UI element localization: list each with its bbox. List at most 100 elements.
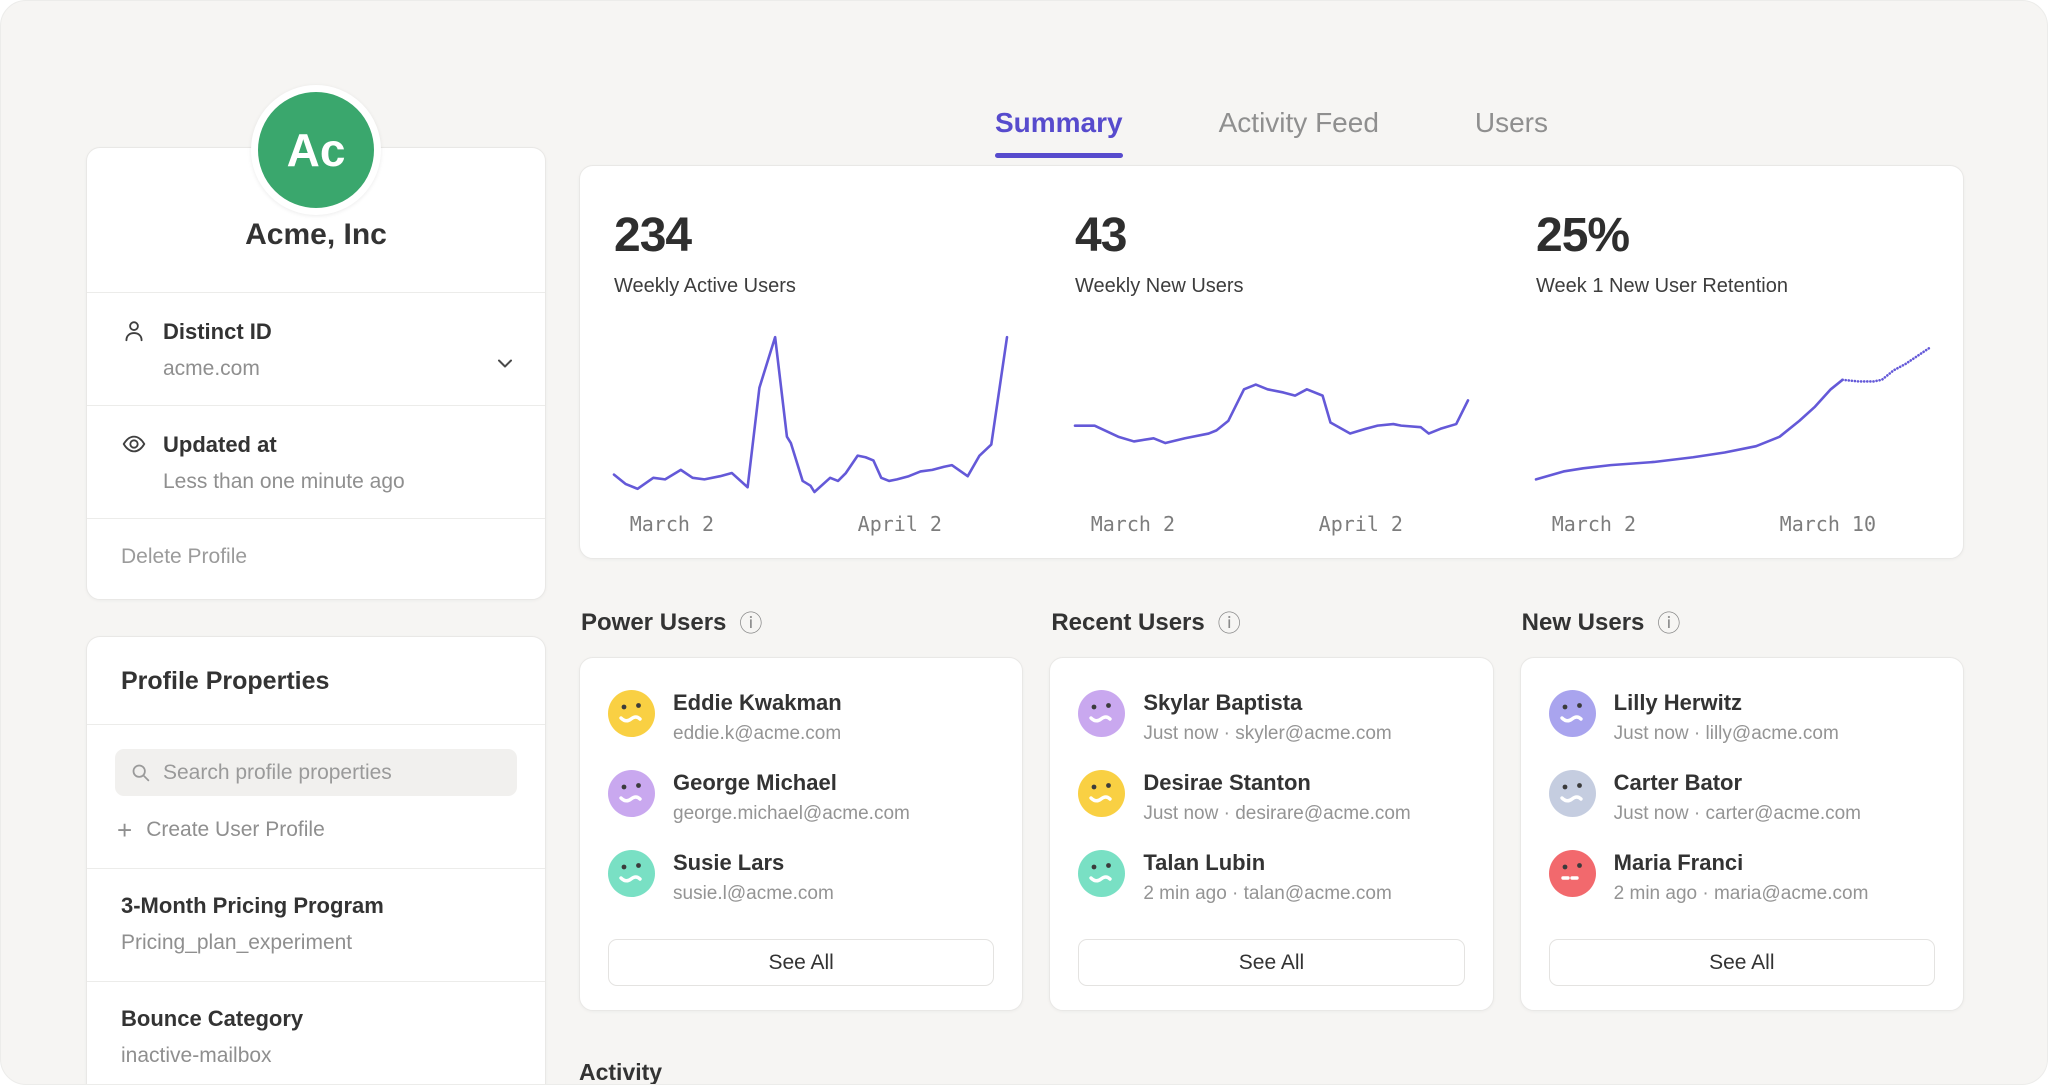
user-avatar [1549,690,1596,737]
chevron-down-icon[interactable] [493,351,517,375]
user-name: Carter Bator [1614,770,1861,796]
company-avatar: Ac [251,85,381,215]
stat-weekly-new-users: 43 Weekly New Users March 2 April 2 [1041,208,1502,538]
user-detail: eddie.k@acme.com [673,723,842,745]
user-name: Eddie Kwakman [673,690,842,716]
active-tab-underline [995,153,1123,158]
sparkline-week1-retention [1536,334,1929,492]
field-distinct-id: Distinct ID acme.com [87,293,545,405]
field-label: Updated at [163,432,405,458]
stat-weekly-active-users: 234 Weekly Active Users March 2 April 2 [580,208,1041,538]
property-value: inactive-mailbox [121,1044,511,1068]
user-detail: 2 min ago · talan@acme.com [1143,883,1391,905]
stat-value: 234 [614,208,1007,263]
new-users-card: Lilly Herwitz Just now · lilly@acme.com … [1520,657,1964,1011]
user-list-item[interactable]: George Michael george.michael@acme.com [608,770,994,825]
plus-icon: + [117,820,132,840]
create-user-profile-button[interactable]: + Create User Profile [117,818,515,842]
user-avatar [1078,850,1125,897]
user-name: George Michael [673,770,910,796]
user-list-item[interactable]: Desirae Stanton Just now · desirare@acme… [1078,770,1464,825]
user-name: Lilly Herwitz [1614,690,1839,716]
stat-week1-retention: 25% Week 1 New User Retention March 2 Ma… [1502,208,1963,538]
user-list-item[interactable]: Lilly Herwitz Just now · lilly@acme.com [1549,690,1935,745]
profile-properties-card: Profile Properties + Create User Profile… [86,636,546,1085]
main-content: Summary Activity Feed Users 234 Weekly A… [579,1,1964,1085]
user-detail: susie.l@acme.com [673,883,834,905]
see-all-button[interactable]: See All [608,939,994,986]
profile-properties-title: Profile Properties [87,637,545,724]
property-value: Pricing_plan_experiment [121,931,511,955]
list-header: New Users ⓘ [1522,609,1964,637]
user-list-item[interactable]: Talan Lubin 2 min ago · talan@acme.com [1078,850,1464,905]
user-list-item[interactable]: Susie Lars susie.l@acme.com [608,850,994,905]
stat-label: Weekly Active Users [614,275,1007,298]
power-users-section: Power Users ⓘ Eddie Kwakman eddie.k@acme… [579,609,1023,1011]
user-avatar [608,850,655,897]
sparkline-weekly-active-users [614,334,1007,492]
user-name: Susie Lars [673,850,834,876]
list-title: New Users [1522,609,1645,637]
eye-icon [121,431,147,457]
user-name: Maria Franci [1614,850,1869,876]
user-avatar [608,770,655,817]
stat-label: Weekly New Users [1075,275,1468,298]
user-detail: george.michael@acme.com [673,803,910,825]
user-detail: Just now · skyler@acme.com [1143,723,1391,745]
info-icon[interactable]: ⓘ [1657,612,1680,635]
stat-label: Week 1 New User Retention [1536,275,1929,298]
stat-value: 25% [1536,208,1929,263]
tab-summary[interactable]: Summary [995,107,1123,158]
info-icon[interactable]: ⓘ [1218,612,1241,635]
profile-sidebar: Ac Acme, Inc Distinct ID acme.com [86,1,546,1085]
user-name: Talan Lubin [1143,850,1391,876]
user-detail: Just now · lilly@acme.com [1614,723,1839,745]
user-detail: Just now · desirare@acme.com [1143,803,1410,825]
stat-value: 43 [1075,208,1468,263]
search-input[interactable] [115,749,517,796]
user-detail: Just now · carter@acme.com [1614,803,1861,825]
user-list-item[interactable]: Eddie Kwakman eddie.k@acme.com [608,690,994,745]
user-avatar [608,690,655,737]
recent-users-section: Recent Users ⓘ Skylar Baptista Just now … [1049,609,1493,1011]
user-avatar [1078,690,1125,737]
user-list-item[interactable]: Maria Franci 2 min ago · maria@acme.com [1549,850,1935,905]
list-title: Recent Users [1051,609,1204,637]
recent-users-card: Skylar Baptista Just now · skyler@acme.c… [1049,657,1493,1011]
see-all-button[interactable]: See All [1078,939,1464,986]
field-value: Less than one minute ago [163,470,405,494]
property-label: 3-Month Pricing Program [121,893,511,919]
property-label: Bounce Category [121,1006,511,1032]
x-axis: March 2 March 10 [1536,512,1929,538]
user-detail: 2 min ago · maria@acme.com [1614,883,1869,905]
field-label: Distinct ID [163,319,272,345]
company-avatar-initials: Ac [287,123,346,177]
app-frame: Ac Acme, Inc Distinct ID acme.com [0,0,2048,1085]
user-avatar [1549,770,1596,817]
delete-profile-button[interactable]: Delete Profile [87,519,545,599]
user-avatar [1549,850,1596,897]
see-all-button[interactable]: See All [1549,939,1935,986]
user-name: Skylar Baptista [1143,690,1391,716]
user-list-item[interactable]: Skylar Baptista Just now · skyler@acme.c… [1078,690,1464,745]
power-users-card: Eddie Kwakman eddie.k@acme.com George Mi… [579,657,1023,1011]
tab-users[interactable]: Users [1475,107,1548,158]
tab-bar: Summary Activity Feed Users [579,107,1964,158]
user-list-item[interactable]: Carter Bator Just now · carter@acme.com [1549,770,1935,825]
summary-stats-card: 234 Weekly Active Users March 2 April 2 … [579,165,1964,559]
user-lists-row: Power Users ⓘ Eddie Kwakman eddie.k@acme… [579,609,1964,1011]
divider [87,724,545,725]
new-users-section: New Users ⓘ Lilly Herwitz Just now · lil… [1520,609,1964,1011]
activity-section-title: Activity [579,1059,1964,1085]
search-icon [130,762,151,783]
property-item-pricing-program[interactable]: 3-Month Pricing Program Pricing_plan_exp… [87,868,545,981]
company-name: Acme, Inc [87,218,545,252]
x-axis: March 2 April 2 [614,512,1007,538]
create-user-profile-label: Create User Profile [146,818,325,842]
search-profile-properties [115,749,517,796]
property-item-bounce-category[interactable]: Bounce Category inactive-mailbox [87,981,545,1085]
field-updated-at: Updated at Less than one minute ago [87,406,545,518]
sparkline-weekly-new-users [1075,334,1468,492]
tab-activity-feed[interactable]: Activity Feed [1219,107,1379,158]
info-icon[interactable]: ⓘ [739,612,762,635]
